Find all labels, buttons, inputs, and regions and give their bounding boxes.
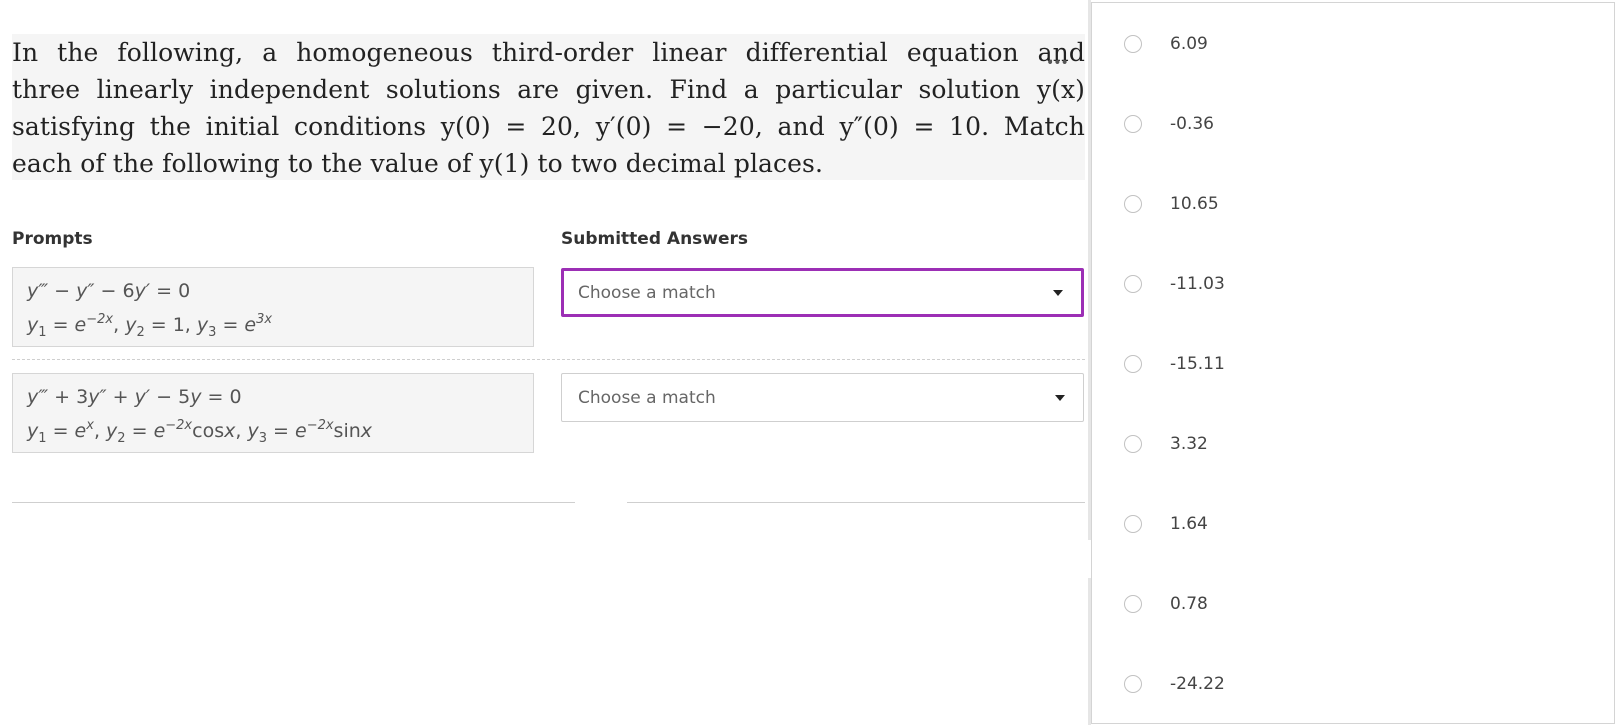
radio-icon[interactable] <box>1124 195 1142 213</box>
dropdown-option[interactable]: 3.32 <box>1092 414 1614 474</box>
radio-icon[interactable] <box>1124 675 1142 693</box>
prompt-2: y‴ + 3y″ + y′ − 5y = 0 y1 = ex, y2 = e−2… <box>12 373 534 453</box>
term: y <box>190 386 202 408</box>
term: y″ <box>88 386 107 408</box>
caret-down-icon <box>1053 289 1063 296</box>
dropdown-option[interactable]: -0.36 <box>1092 94 1614 154</box>
radio-icon[interactable] <box>1124 595 1142 613</box>
term: y‴ <box>27 386 49 408</box>
exponent: −2x <box>86 312 114 327</box>
dropdown-option[interactable]: -24.22 <box>1092 654 1614 714</box>
operator: + 3 <box>48 386 89 408</box>
question-line-3: satisfying the initial conditions y(0) =… <box>12 112 1085 141</box>
term: y′ <box>134 280 151 302</box>
ellipsis-icon[interactable]: ••• <box>1046 56 1069 70</box>
dropdown-option-label: -24.22 <box>1170 674 1225 694</box>
prompt-2-equation: y‴ + 3y″ + y′ − 5y = 0 <box>27 380 519 414</box>
answer-select-1[interactable]: Choose a match <box>561 268 1084 317</box>
question-text: In the following, a homogeneous third-or… <box>12 34 1085 180</box>
prompts-header: Prompts <box>12 229 93 249</box>
term: y <box>125 314 137 336</box>
dropdown-option[interactable]: 6.09 <box>1092 14 1614 74</box>
subscript: 3 <box>258 431 267 446</box>
term: y <box>247 420 259 442</box>
operator: = 0 <box>150 280 191 302</box>
row-divider <box>12 359 1085 360</box>
question-line-1: In the following, a homogeneous third-or… <box>12 38 1085 67</box>
operator: = <box>266 420 295 442</box>
operator: = <box>125 420 154 442</box>
term: e <box>74 314 87 336</box>
dropdown-option-label: -15.11 <box>1170 354 1225 374</box>
operator: = 0 <box>201 386 242 408</box>
question-line-2: three linearly independent solutions are… <box>12 75 1085 104</box>
prompt-1: y‴ − y″ − 6y′ = 0 y1 = e−2x, y2 = 1, y3 … <box>12 267 534 347</box>
radio-icon[interactable] <box>1124 275 1142 293</box>
dropdown-option[interactable]: -11.03 <box>1092 254 1614 314</box>
prompt-2-solutions: y1 = ex, y2 = e−2xcosx, y3 = e−2xsinx <box>27 414 519 448</box>
radio-icon[interactable] <box>1124 35 1142 53</box>
term: e <box>244 314 257 336</box>
operator: + <box>106 386 135 408</box>
operator: − 5 <box>150 386 191 408</box>
prompt-1-solutions: y1 = e−2x, y2 = 1, y3 = e3x <box>27 308 519 342</box>
dropdown-option-label: -0.36 <box>1170 114 1214 134</box>
function: sin <box>333 420 361 442</box>
exponent: −2x <box>306 418 334 433</box>
subscript: 1 <box>38 431 47 446</box>
dropdown-option-label: -11.03 <box>1170 274 1225 294</box>
term: y‴ <box>27 280 49 302</box>
submitted-answers-header: Submitted Answers <box>561 229 749 249</box>
dropdown-option-label: 0.78 <box>1170 594 1208 614</box>
operator: − 6 <box>94 280 135 302</box>
match-dropdown-list: 6.09 -0.36 10.65 -11.03 -15.11 3.32 1.64… <box>1091 2 1615 724</box>
term: x <box>224 420 236 442</box>
operator: , <box>235 420 248 442</box>
dropdown-option-label: 6.09 <box>1170 34 1208 54</box>
operator: = <box>216 314 245 336</box>
bottom-divider-right <box>627 502 1085 503</box>
dropdown-option-label: 1.64 <box>1170 514 1208 534</box>
bottom-divider-left <box>12 502 575 503</box>
answer-select-2-placeholder: Choose a match <box>578 387 716 408</box>
function: cos <box>192 420 225 442</box>
radio-icon[interactable] <box>1124 435 1142 453</box>
dropdown-option[interactable]: -15.11 <box>1092 334 1614 394</box>
subscript: 2 <box>117 431 126 446</box>
exponent: 3x <box>256 312 273 327</box>
term: x <box>360 420 373 442</box>
term: e <box>153 420 166 442</box>
operator: = <box>46 314 75 336</box>
caret-down-icon <box>1055 394 1065 401</box>
radio-icon[interactable] <box>1124 355 1142 373</box>
term: y <box>27 420 39 442</box>
question-line-4: each of the following to the value of y(… <box>12 149 824 178</box>
subscript: 2 <box>136 325 145 340</box>
term: y <box>196 314 209 336</box>
dropdown-option[interactable]: 10.65 <box>1092 174 1614 234</box>
dropdown-option-label: 10.65 <box>1170 194 1219 214</box>
dropdown-option[interactable]: 0.78 <box>1092 574 1614 634</box>
operator: = <box>46 420 75 442</box>
exponent: −2x <box>165 418 193 433</box>
subscript: 1 <box>38 325 47 340</box>
answer-select-2[interactable]: Choose a match <box>561 373 1084 422</box>
term: y′ <box>134 386 151 408</box>
answer-select-1-placeholder: Choose a match <box>578 282 716 303</box>
prompt-1-equation: y‴ − y″ − 6y′ = 0 <box>27 274 519 308</box>
exponent: x <box>86 418 94 433</box>
operator: − <box>48 280 77 302</box>
term: e <box>74 420 87 442</box>
term: y <box>27 314 39 336</box>
dropdown-option[interactable]: 1.64 <box>1092 494 1614 554</box>
radio-icon[interactable] <box>1124 515 1142 533</box>
radio-icon[interactable] <box>1124 115 1142 133</box>
operator: , <box>93 420 107 442</box>
term: y″ <box>76 280 95 302</box>
term: e <box>294 420 307 442</box>
operator: , <box>113 314 126 336</box>
dropdown-option-label: 3.32 <box>1170 434 1208 454</box>
operator: = 1, <box>144 314 197 336</box>
term: y <box>106 420 118 442</box>
